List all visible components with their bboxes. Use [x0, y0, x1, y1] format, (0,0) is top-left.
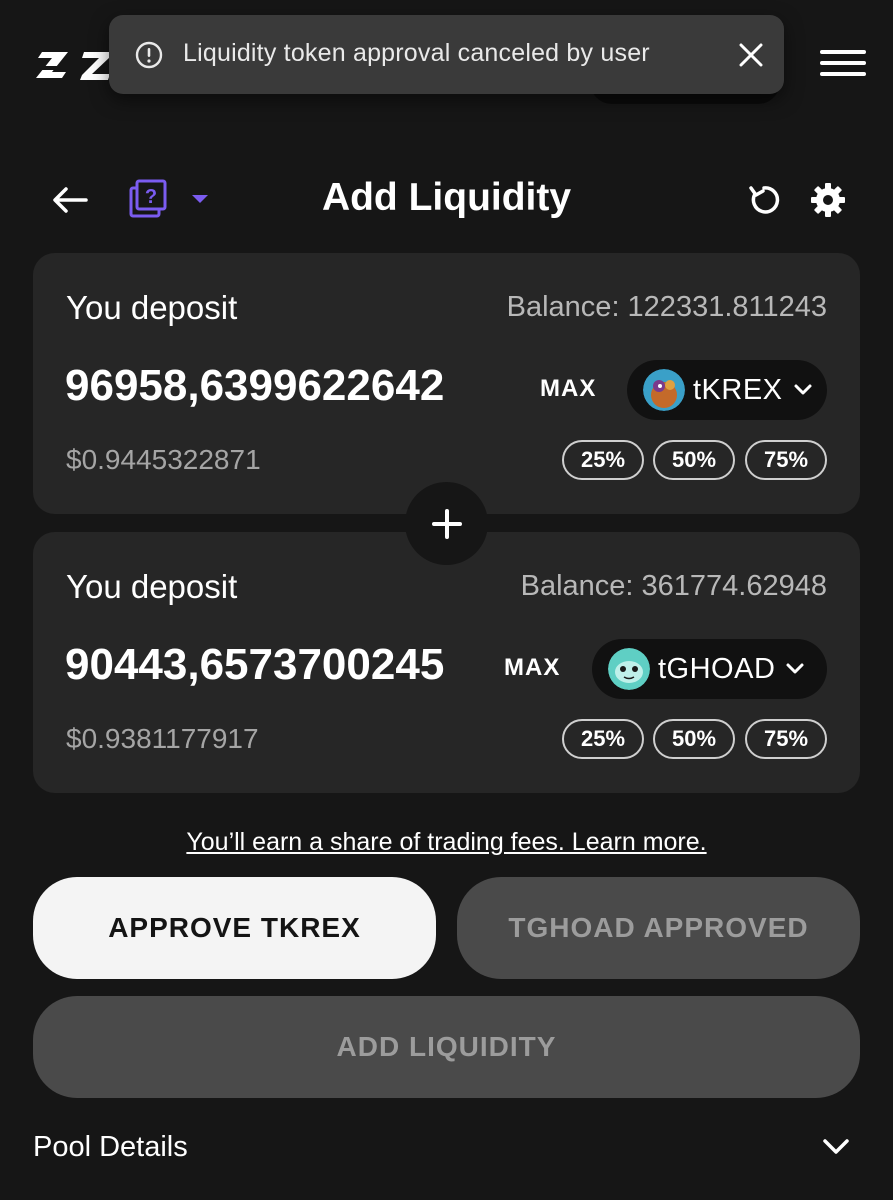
usd-value: $0.9445322871	[66, 444, 261, 475]
token-selector-tkrex[interactable]: tKREX	[627, 360, 827, 420]
balance-text: Balance: 122331.811243	[506, 291, 827, 323]
tkrex-token-logo	[643, 369, 685, 411]
usd-value: $0.9381177917	[66, 723, 259, 754]
amount-input[interactable]: 90443,6573700245	[65, 640, 455, 690]
token-name: tGHOAD	[658, 652, 776, 685]
max-button[interactable]: MAX	[540, 375, 596, 403]
approve-tkrex-button[interactable]: APPROVE TKREX	[33, 877, 436, 979]
plus-separator	[405, 482, 488, 565]
percent-50-button[interactable]: 50%	[653, 719, 735, 759]
max-button[interactable]: MAX	[504, 654, 560, 682]
learn-more-link[interactable]: You’ll earn a share of trading fees. Lea…	[0, 828, 893, 857]
toast-notification: Liquidity token approval canceled by use…	[109, 15, 784, 94]
info-circle-icon	[135, 41, 163, 69]
chevron-down-icon	[794, 384, 812, 395]
percent-25-button[interactable]: 25%	[562, 719, 644, 759]
percent-75-button[interactable]: 75%	[745, 440, 827, 480]
add-liquidity-page: Liquidity token approval canceled by use…	[0, 0, 893, 1200]
chevron-down-icon	[786, 663, 804, 674]
chevron-down-icon[interactable]	[822, 1138, 850, 1156]
hamburger-menu-icon[interactable]	[820, 50, 866, 82]
deposit-label: You deposit	[66, 289, 238, 326]
token-name: tKREX	[693, 373, 783, 406]
token-selector-tghoad[interactable]: tGHOAD	[592, 639, 827, 699]
gear-icon[interactable]	[810, 182, 846, 218]
add-liquidity-button[interactable]: ADD LIQUIDITY	[33, 996, 860, 1098]
percent-25-button[interactable]: 25%	[562, 440, 644, 480]
refresh-icon[interactable]	[746, 182, 782, 218]
tghoad-token-logo	[608, 648, 650, 690]
deposit-card-2: You deposit Balance: 361774.62948 90443,…	[33, 532, 860, 793]
close-icon[interactable]	[736, 40, 766, 70]
balance-text: Balance: 361774.62948	[520, 570, 827, 602]
toast-message: Liquidity token approval canceled by use…	[183, 39, 650, 67]
percent-50-button[interactable]: 50%	[653, 440, 735, 480]
tghoad-approved-button[interactable]: TGHOAD APPROVED	[457, 877, 860, 979]
plus-icon	[431, 508, 462, 539]
pool-details-toggle[interactable]: Pool Details	[33, 1131, 188, 1164]
percent-75-button[interactable]: 75%	[745, 719, 827, 759]
deposit-card-1: You deposit Balance: 122331.811243 96958…	[33, 253, 860, 514]
app-logo[interactable]	[32, 44, 112, 86]
deposit-label: You deposit	[66, 568, 238, 605]
amount-input[interactable]: 96958,6399622642	[65, 361, 489, 411]
